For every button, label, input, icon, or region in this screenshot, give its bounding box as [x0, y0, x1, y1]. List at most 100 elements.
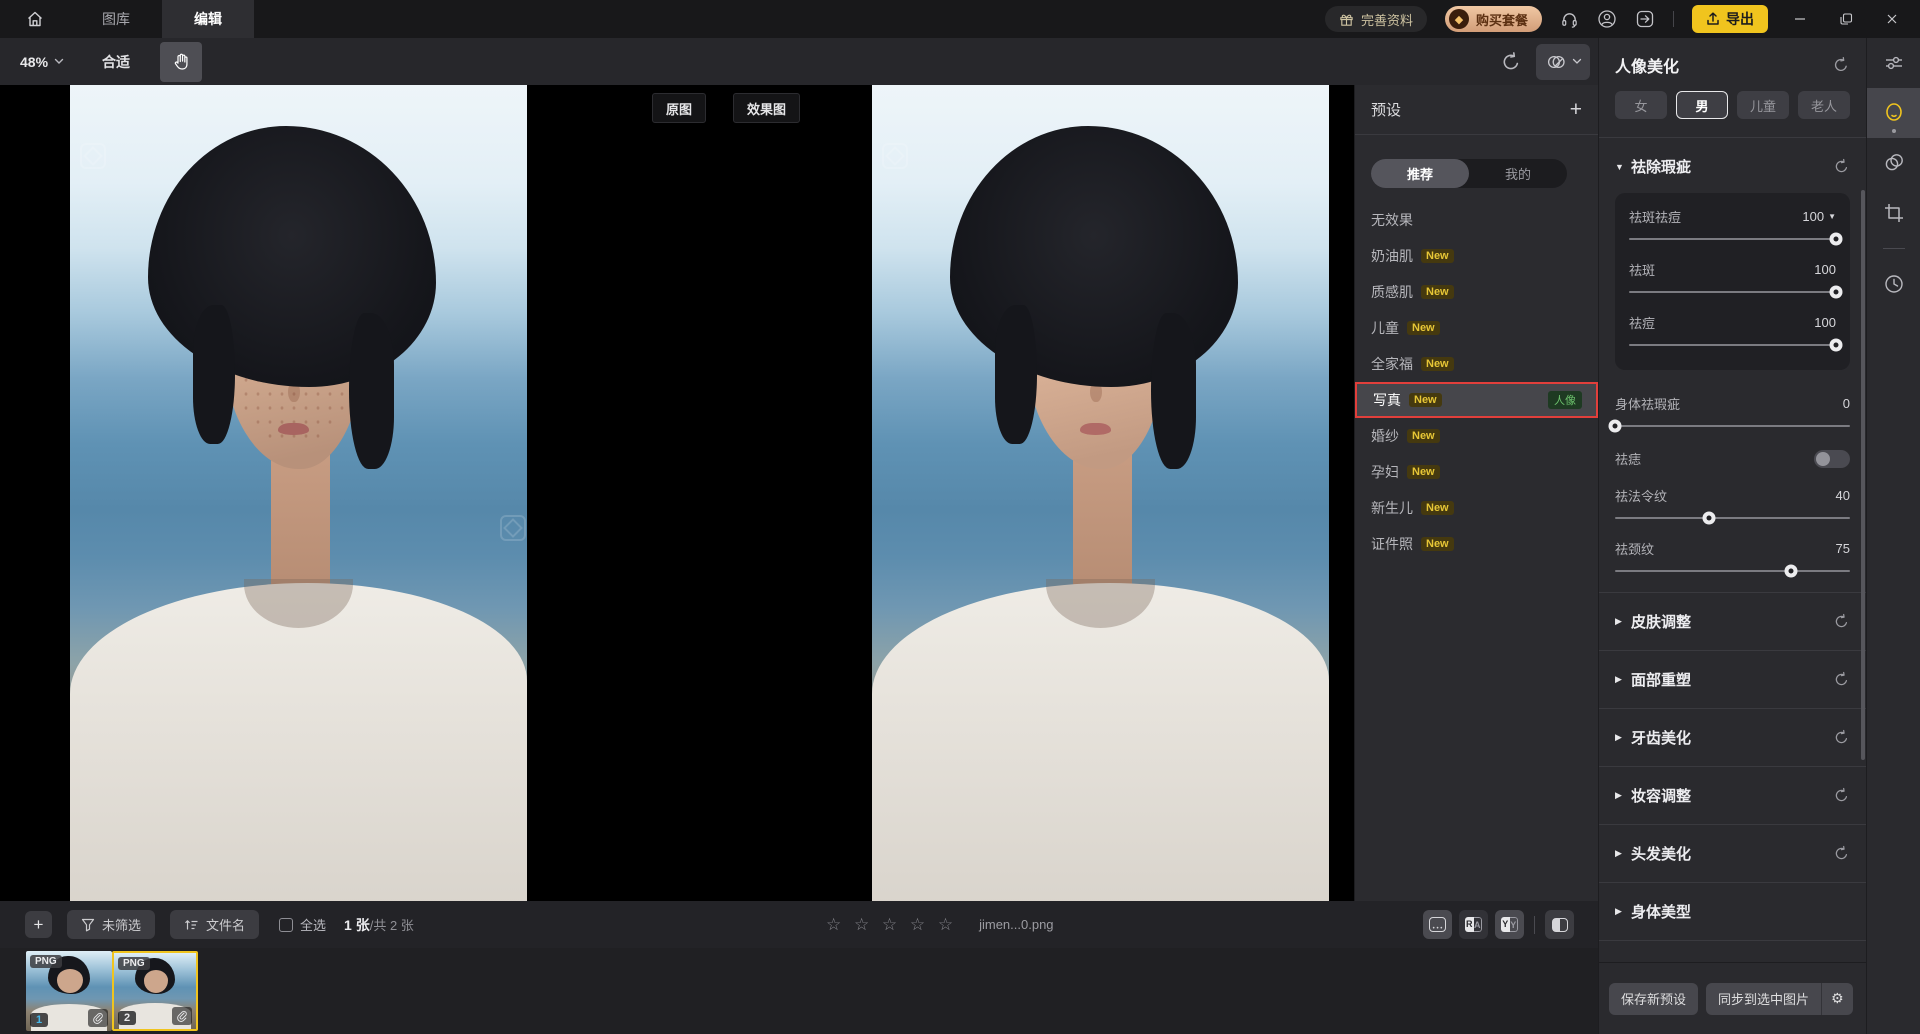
slider-knob[interactable]	[1703, 512, 1716, 525]
preset-item[interactable]: 无效果	[1355, 202, 1598, 238]
slider-track[interactable]	[1615, 570, 1850, 572]
reset-section-icon[interactable]	[1833, 158, 1850, 175]
slider-knob[interactable]	[1830, 233, 1843, 246]
face-icon	[1882, 101, 1906, 125]
tab-female[interactable]: 女	[1615, 91, 1667, 119]
sync-settings-button[interactable]: ⚙	[1821, 983, 1853, 1015]
adjustments-tool-button[interactable]	[1867, 38, 1920, 88]
reset-section-icon[interactable]	[1833, 845, 1850, 862]
paperclip-icon[interactable]	[172, 1007, 192, 1025]
section-face-reshape[interactable]: ▶ 面部重塑	[1615, 669, 1850, 690]
window-close-button[interactable]	[1878, 11, 1906, 27]
gear-icon: ⚙	[1831, 990, 1844, 1007]
new-badge: New	[1421, 285, 1454, 299]
side-compare-icon: YY	[1501, 917, 1518, 932]
preset-item[interactable]: 全家福New	[1355, 346, 1598, 382]
rating-filename: ☆ ☆ ☆ ☆ ☆ jimen...0.png	[826, 915, 1054, 935]
star-rating[interactable]: ☆ ☆ ☆ ☆ ☆	[826, 915, 957, 935]
thumbnail-1[interactable]: PNG 1	[26, 951, 112, 1031]
account-button[interactable]	[1597, 9, 1617, 29]
sync-button[interactable]: 同步到选中图片	[1706, 983, 1821, 1015]
history-tool-button[interactable]	[1867, 259, 1920, 309]
tab-male[interactable]: 男	[1676, 91, 1728, 119]
preset-item[interactable]: 儿童New	[1355, 310, 1598, 346]
compare-before-after-button[interactable]: RA	[1459, 910, 1488, 939]
section-makeup[interactable]: ▶ 妆容调整	[1615, 785, 1850, 806]
sort-button[interactable]: 文件名	[170, 910, 259, 939]
add-image-button[interactable]: +	[25, 911, 52, 938]
section-body[interactable]: ▶ 身体美型	[1615, 901, 1850, 922]
gift-icon	[1339, 12, 1354, 27]
logout-button[interactable]	[1635, 9, 1655, 29]
reset-section-icon[interactable]	[1833, 729, 1850, 746]
section-hair[interactable]: ▶ 头发美化	[1615, 843, 1850, 864]
slider-knob[interactable]	[1830, 339, 1843, 352]
slider-value-dropdown[interactable]: 100▼	[1802, 209, 1836, 224]
thumbnail-2[interactable]: PNG 2	[112, 951, 198, 1031]
window-minimize-button[interactable]	[1786, 11, 1814, 27]
tab-edit[interactable]: 编辑	[162, 0, 254, 38]
compare-mode-button[interactable]	[1536, 44, 1590, 80]
preset-item[interactable]: 新生儿New	[1355, 490, 1598, 526]
current-filename: jimen...0.png	[979, 917, 1053, 932]
slider-track[interactable]	[1615, 517, 1850, 519]
select-all-control[interactable]: 全选	[279, 915, 326, 934]
preset-list: 无效果 奶油肌New 质感肌New 儿童New 全家福New 写真 New 人像…	[1355, 202, 1598, 562]
preset-item-selected[interactable]: 写真 New 人像	[1355, 382, 1598, 418]
mole-removal-toggle[interactable]	[1814, 450, 1850, 468]
preset-item[interactable]: 孕妇New	[1355, 454, 1598, 490]
support-button[interactable]	[1560, 10, 1579, 29]
tab-elder[interactable]: 老人	[1798, 91, 1850, 119]
preset-item[interactable]: 质感肌New	[1355, 274, 1598, 310]
home-button[interactable]	[0, 0, 70, 38]
slider-track[interactable]	[1629, 291, 1836, 293]
preset-tab-mine[interactable]: 我的	[1469, 159, 1567, 188]
titlebar-separator	[1673, 11, 1674, 27]
panel-scrollbar[interactable]	[1861, 190, 1865, 760]
export-button[interactable]: 导出	[1692, 5, 1768, 33]
reset-section-icon[interactable]	[1833, 787, 1850, 804]
view-toggles: RA YY	[1423, 910, 1574, 939]
compare-side-button[interactable]: YY	[1495, 910, 1524, 939]
view-toolbar: 48% 合适	[0, 38, 1598, 85]
slider-track[interactable]	[1615, 425, 1850, 427]
paperclip-icon[interactable]	[88, 1009, 108, 1027]
buy-plan-button[interactable]: ◆ 购买套餐	[1445, 6, 1542, 32]
tab-child[interactable]: 儿童	[1737, 91, 1789, 119]
zoom-level-dropdown[interactable]: 48%	[0, 54, 78, 70]
split-view-button[interactable]	[1545, 910, 1574, 939]
reset-view-button[interactable]	[1496, 47, 1526, 77]
complete-profile-button[interactable]: 完善资料	[1325, 6, 1427, 32]
split-view-icon	[1552, 918, 1568, 932]
preset-item[interactable]: 婚纱New	[1355, 418, 1598, 454]
portrait-tool-button[interactable]	[1867, 88, 1920, 138]
slider-track[interactable]	[1629, 344, 1836, 346]
fit-button[interactable]: 合适	[78, 52, 154, 72]
window-restore-button[interactable]	[1832, 11, 1860, 27]
slider-track[interactable]	[1629, 238, 1836, 240]
preset-item[interactable]: 奶油肌New	[1355, 238, 1598, 274]
save-preset-button[interactable]: 保存新预设	[1609, 983, 1698, 1015]
reset-section-icon[interactable]	[1833, 671, 1850, 688]
filter-button[interactable]: 未筛选	[67, 910, 155, 939]
preset-tab-recommended[interactable]: 推荐	[1371, 159, 1469, 188]
panel-footer: 保存新预设 同步到选中图片 ⚙	[1599, 962, 1866, 1034]
slider-knob[interactable]	[1830, 286, 1843, 299]
hand-tool-button[interactable]	[160, 42, 202, 82]
slider-knob[interactable]	[1785, 565, 1798, 578]
filmstrip-toggle-button[interactable]	[1423, 910, 1452, 939]
slider-knob[interactable]	[1609, 420, 1622, 433]
section-skin[interactable]: ▶ 皮肤调整	[1615, 611, 1850, 632]
section-blemish-header[interactable]: ▼ 祛除瑕疵	[1615, 156, 1850, 177]
titlebar-right: 完善资料 ◆ 购买套餐 导出	[1325, 0, 1920, 38]
crop-tool-button[interactable]	[1867, 188, 1920, 238]
canvas[interactable]: 原图 效果图	[0, 85, 1354, 901]
reset-section-icon[interactable]	[1833, 613, 1850, 630]
home-icon	[25, 9, 45, 29]
add-preset-button[interactable]: +	[1570, 99, 1582, 120]
section-teeth[interactable]: ▶ 牙齿美化	[1615, 727, 1850, 748]
filters-tool-button[interactable]	[1867, 138, 1920, 188]
preset-item[interactable]: 证件照New	[1355, 526, 1598, 562]
tab-gallery[interactable]: 图库	[70, 0, 162, 38]
reset-panel-icon[interactable]	[1832, 56, 1850, 74]
